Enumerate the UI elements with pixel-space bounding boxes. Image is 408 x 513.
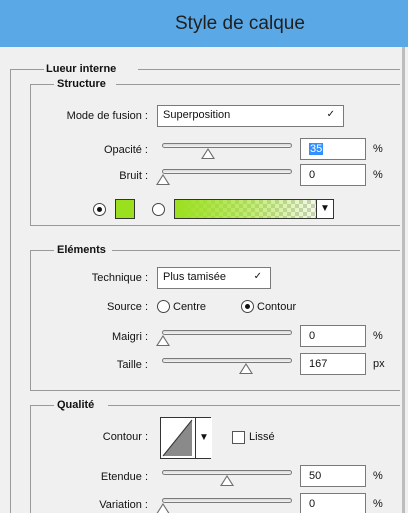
range-input[interactable]: 50 — [300, 465, 366, 487]
quality-border — [108, 405, 400, 406]
choke-slider-track[interactable] — [156, 330, 292, 346]
source-edge-radio[interactable] — [241, 300, 254, 313]
technique-select[interactable]: Plus tamisée ✓ — [157, 267, 271, 289]
contour-curve-icon — [162, 419, 193, 457]
choke-unit: % — [373, 330, 383, 342]
contour-picker[interactable]: ▼ — [160, 417, 212, 459]
source-label: Source : — [107, 301, 148, 313]
size-value: 167 — [309, 358, 328, 370]
jitter-unit: % — [373, 498, 383, 510]
choke-input[interactable]: 0 — [300, 325, 366, 347]
size-unit: px — [373, 358, 385, 370]
gradient-radio[interactable] — [152, 203, 165, 216]
source-center-radio[interactable] — [157, 300, 170, 313]
jitter-slider-thumb[interactable] — [156, 503, 170, 513]
noise-unit: % — [373, 169, 383, 181]
choke-slider-thumb[interactable] — [156, 335, 170, 346]
technique-value: Plus tamisée — [163, 271, 226, 283]
opacity-label: Opacité : — [103, 144, 148, 156]
section-title-structure: Structure — [57, 78, 106, 90]
jitter-slider-track[interactable] — [156, 498, 292, 513]
opacity-value: 35 — [309, 143, 324, 155]
section-title-elements: Eléments — [57, 244, 106, 256]
structure-border — [116, 84, 400, 85]
glow-gradient-picker[interactable]: ▼ — [174, 199, 334, 219]
color-radio[interactable] — [93, 203, 106, 216]
size-slider-thumb[interactable] — [239, 363, 253, 374]
structure-border — [30, 84, 54, 85]
size-slider-track[interactable] — [162, 358, 292, 374]
contour-dropdown-button[interactable]: ▼ — [195, 418, 212, 458]
size-input[interactable]: 167 — [300, 353, 366, 375]
noise-value: 0 — [309, 169, 316, 181]
chevron-down-icon: ✓ — [253, 271, 262, 282]
group-border — [10, 69, 11, 513]
quality-border — [30, 405, 31, 513]
choke-value: 0 — [309, 330, 316, 342]
blend-mode-label: Mode de fusion : — [66, 110, 148, 122]
group-border — [10, 69, 44, 70]
antialias-checkbox[interactable] — [232, 431, 245, 444]
antialias-label[interactable]: Lissé — [249, 431, 275, 443]
dialog-title: Style de calque — [175, 13, 305, 34]
dialog-titlebar: Style de calque — [0, 0, 408, 47]
inner-glow-panel: Lueur interne Structure Mode de fusion :… — [0, 47, 405, 513]
range-slider-track[interactable] — [162, 470, 292, 486]
jitter-label: Variation : — [99, 499, 148, 511]
source-center-label[interactable]: Centre — [173, 301, 206, 313]
jitter-input[interactable]: 0 — [300, 493, 366, 513]
chevron-down-icon: ✓ — [326, 109, 335, 120]
opacity-input[interactable]: 35 — [300, 138, 366, 160]
group-border — [138, 69, 400, 70]
opacity-slider-thumb[interactable] — [200, 148, 215, 159]
gradient-dropdown-button[interactable]: ▼ — [316, 200, 333, 218]
elements-border — [30, 250, 31, 390]
noise-slider-thumb[interactable] — [156, 174, 170, 185]
structure-border — [30, 84, 31, 225]
range-label: Etendue : — [100, 471, 148, 483]
blend-mode-select[interactable]: Superposition ✓ — [157, 105, 344, 127]
opacity-slider-track[interactable] — [162, 143, 292, 159]
elements-border — [30, 390, 400, 391]
technique-label: Technique : — [91, 272, 148, 284]
structure-border — [30, 225, 400, 226]
size-label: Taille : — [116, 359, 148, 371]
choke-label: Maigri : — [111, 331, 148, 343]
section-title-inner-glow: Lueur interne — [46, 63, 117, 75]
source-edge-label[interactable]: Contour — [257, 301, 296, 313]
glow-color-swatch[interactable] — [115, 199, 135, 219]
contour-label: Contour : — [102, 431, 148, 443]
range-value: 50 — [309, 470, 322, 482]
noise-label: Bruit : — [119, 170, 148, 182]
range-slider-thumb[interactable] — [220, 475, 234, 486]
jitter-value: 0 — [309, 498, 316, 510]
elements-border — [30, 250, 54, 251]
elements-border — [112, 250, 400, 251]
range-unit: % — [373, 470, 383, 482]
opacity-unit: % — [373, 143, 383, 155]
blend-mode-value: Superposition — [163, 109, 231, 121]
noise-input[interactable]: 0 — [300, 164, 366, 186]
noise-slider-track[interactable] — [156, 169, 292, 185]
quality-border — [30, 405, 54, 406]
section-title-quality: Qualité — [57, 399, 95, 411]
